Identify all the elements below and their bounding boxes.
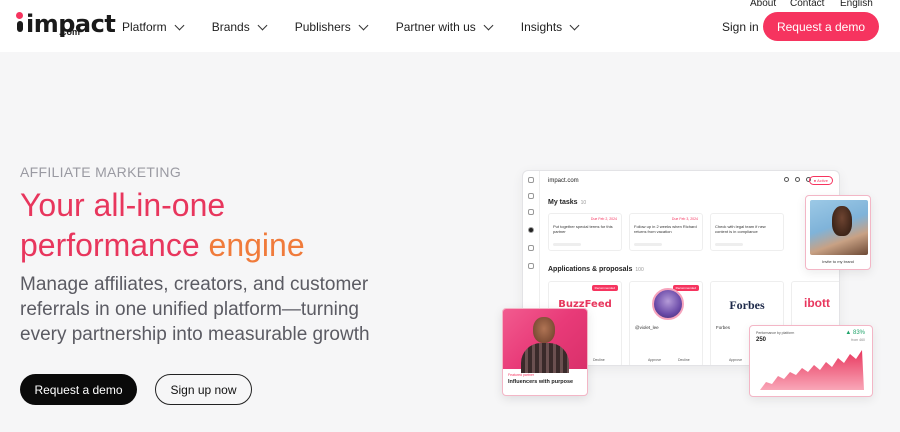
status-pill: ● Active: [808, 176, 833, 185]
performance-card: Performance by platform 250 ▲ 83% from 4…: [749, 325, 873, 397]
nav-item-platform[interactable]: Platform: [122, 20, 185, 34]
mockup-app-name: impact.com: [548, 178, 579, 184]
influencer-photo: [503, 309, 587, 373]
nav-item-insights[interactable]: Insights: [521, 20, 580, 34]
mockup-toolbar-icons: [784, 177, 811, 182]
sign-in-link[interactable]: Sign in: [722, 20, 759, 34]
top-navigation-bar: impact .com Platform Brands Publishers P…: [0, 0, 900, 52]
tasks-heading: My tasks 10: [548, 199, 587, 206]
logo-mark-icon: [16, 12, 25, 32]
chevron-down-icon: [174, 20, 185, 30]
nav-item-publishers[interactable]: Publishers: [295, 20, 369, 34]
hero-subheadline: Manage affiliates, creators, and custome…: [20, 274, 370, 345]
task-card: Due Feb 2, 2024 Put together special term…: [548, 213, 622, 251]
chevron-down-icon: [257, 20, 268, 30]
about-link[interactable]: About: [750, 0, 776, 9]
layers-icon: [528, 209, 534, 215]
chevron-down-icon: [569, 20, 580, 30]
contact-link[interactable]: Contact: [790, 0, 824, 9]
menu-icon: [528, 177, 534, 183]
chevron-down-icon: [358, 20, 369, 30]
performance-change: ▲ 83%: [845, 330, 865, 336]
chevron-down-icon: [483, 20, 494, 30]
hero-eyebrow: AFFILIATE MARKETING: [20, 164, 182, 180]
partner-profile-card: Invite to my brand: [805, 195, 871, 270]
main-nav: Platform Brands Publishers Partner with …: [122, 20, 607, 34]
performance-change-sub: from 460: [851, 338, 865, 342]
nav-item-brands[interactable]: Brands: [212, 20, 268, 34]
nav-item-partner-with-us[interactable]: Partner with us: [396, 20, 494, 34]
forbes-logo: Forbes: [729, 298, 765, 312]
applications-heading: Applications & proposals 100: [548, 266, 644, 273]
headline-line-1: Your all-in-one: [20, 187, 226, 223]
performance-title: Performance by platform: [756, 331, 795, 335]
sign-up-button[interactable]: Sign up now: [155, 374, 252, 405]
request-demo-button[interactable]: Request a demo: [763, 12, 879, 41]
performance-area-chart: [760, 350, 864, 390]
compass-icon: [528, 227, 534, 233]
performance-value: 250: [756, 337, 767, 343]
decline-action: Decline: [678, 358, 690, 362]
hero-request-demo-button[interactable]: Request a demo: [20, 374, 137, 405]
influencer-kicker: Featured partner: [508, 373, 535, 377]
approve-action: Approve: [729, 358, 743, 362]
headline-line-2-a: performance: [20, 227, 209, 263]
language-selector[interactable]: English: [840, 0, 873, 9]
home-icon: [528, 193, 534, 199]
decline-action: Decline: [593, 358, 605, 362]
location-icon: [528, 263, 534, 269]
chat-icon: [795, 177, 800, 182]
application-card: Recommended @violet_lee Approve Decline: [629, 281, 703, 365]
ibotta-logo: ibott: [804, 296, 830, 310]
partner-photo: [810, 200, 868, 255]
search-icon: [784, 177, 789, 182]
influencer-title: Influencers with purpose: [508, 379, 574, 385]
logo-suffix: .com: [59, 27, 81, 37]
task-card: Check with legal team if new content is …: [710, 213, 784, 251]
avatar: [652, 288, 684, 320]
hero-headline: Your all-in-one performance engine: [20, 185, 305, 265]
influencer-card: Featured partner Influencers with purpos…: [502, 308, 588, 396]
settings-icon: [528, 245, 534, 251]
headline-line-2-b: engine: [208, 227, 305, 263]
task-card: Due Feb 3, 2024 Follow up in 2 weeks when…: [629, 213, 703, 251]
invite-label: Invite to my brand: [822, 259, 854, 264]
approve-action: Approve: [648, 358, 662, 362]
